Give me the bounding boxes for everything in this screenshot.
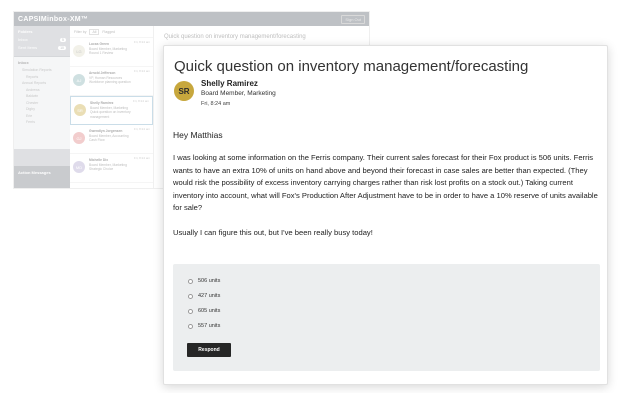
app-logo: CAPSIMinbox-XM™	[18, 15, 89, 23]
answer-choices-panel: 506 units 427 units 605 units 557 units …	[173, 264, 600, 371]
radio-button[interactable]	[188, 308, 193, 314]
inbox-tree-title: Inbox	[18, 60, 29, 65]
message-card: Quick question on inventory management/f…	[163, 45, 608, 385]
folder-count-badge: 5	[60, 37, 66, 42]
folder-label: Inbox	[18, 37, 28, 42]
reading-pane-title: Quick question on inventory management/f…	[164, 34, 306, 40]
tree-item[interactable]: Digby	[26, 107, 66, 111]
message-greeting: Hey Matthias	[173, 130, 223, 140]
message-paragraph: I was looking at some information on the…	[173, 153, 598, 213]
list-item[interactable]: MD Michelle Dix Board Member, Marketing …	[70, 154, 153, 183]
list-item-date: Fri, 8:24 am	[133, 40, 150, 44]
list-item[interactable]: GJ Gwendlyn Jorgensen Board Member, Acco…	[70, 125, 153, 154]
list-item-line: Strategic Choice	[89, 167, 114, 171]
sender-name: Shelly Ramirez	[201, 79, 258, 88]
folder-count-badge: 10	[58, 45, 66, 50]
list-item-line: Workforce planning question	[89, 80, 131, 84]
message-timestamp: Fri, 8:24 am	[201, 101, 231, 107]
list-item-date: Fri, 8:24 am	[133, 127, 150, 131]
app-header: CAPSIMinbox-XM™ Sign Out	[14, 12, 369, 26]
avatar: GJ	[73, 132, 85, 144]
answer-option[interactable]: 506 units	[188, 278, 220, 284]
list-item-line: Quick question on inventory management	[90, 110, 131, 119]
avatar: MD	[73, 161, 85, 173]
sender-role: Board Member, Marketing	[201, 90, 276, 97]
radio-button[interactable]	[188, 323, 193, 329]
sign-out-button[interactable]: Sign Out	[341, 14, 365, 24]
answer-option-label: 506 units	[198, 278, 221, 284]
list-item[interactable]: AJ Arnold Jefferson VP, Human Resources …	[70, 67, 153, 96]
list-item-date: Fri, 8:24 am	[133, 69, 150, 73]
message-filter: Filter by All Flagged	[70, 26, 153, 38]
tree-item[interactable]: Chester	[26, 101, 66, 105]
inbox-tree: Inbox Simulation Reports Reports Annual …	[14, 57, 70, 149]
list-item[interactable]: LG Lucas Green Board Member, Marketing R…	[70, 38, 153, 67]
action-messages-title: Action Messages	[18, 170, 51, 175]
avatar: SR	[174, 81, 194, 101]
radio-button[interactable]	[188, 293, 193, 299]
list-item-date: Fri, 8:24 am	[132, 99, 149, 103]
folder-inbox[interactable]: Inbox 5	[18, 37, 66, 42]
folder-label: Sent Items	[18, 45, 38, 50]
list-item-line: Cash Flow	[89, 138, 105, 142]
list-item-date: Fri, 8:24 am	[133, 156, 150, 160]
tree-item[interactable]: Annual Reports	[22, 81, 66, 85]
tree-item[interactable]: Baldwin	[26, 94, 66, 98]
message-list: Filter by All Flagged LG Lucas Green Boa…	[70, 26, 154, 188]
filter-flagged-chip[interactable]: Flagged	[102, 30, 115, 34]
answer-option-label: 605 units	[198, 308, 221, 314]
tree-item[interactable]: Ferris	[26, 120, 66, 124]
list-item-line: Round 1 Review	[89, 51, 114, 55]
folder-sidebar: Folders Inbox 5 Sent Items 10 Inbox Simu…	[14, 26, 70, 188]
answer-option-label: 557 units	[198, 323, 221, 329]
tree-item[interactable]: Andrews	[26, 88, 66, 92]
tree-item[interactable]: Erie	[26, 114, 66, 118]
radio-button[interactable]	[188, 278, 193, 284]
folders-title: Folders	[18, 29, 33, 34]
list-item-selected[interactable]: SR Shelly Ramirez Board Member, Marketin…	[70, 96, 153, 125]
message-body: I was looking at some information on the…	[173, 152, 598, 240]
message-paragraph: Usually I can figure this out, but I've …	[173, 227, 373, 237]
sender-block: SR Shelly Ramirez Board Member, Marketin…	[174, 79, 276, 107]
filter-label: Filter by	[74, 29, 87, 34]
answer-option-label: 427 units	[198, 293, 221, 299]
filter-all-chip[interactable]: All	[89, 28, 100, 35]
tree-item[interactable]: Simulation Reports	[22, 68, 66, 72]
avatar: LG	[73, 45, 85, 57]
answer-option[interactable]: 557 units	[188, 323, 220, 329]
folder-sent-items[interactable]: Sent Items 10	[18, 45, 66, 50]
avatar: SR	[74, 104, 86, 116]
answer-option[interactable]: 427 units	[188, 293, 220, 299]
message-subject: Quick question on inventory management/f…	[174, 58, 529, 75]
answer-option[interactable]: 605 units	[188, 308, 220, 314]
avatar: AJ	[73, 74, 85, 86]
respond-button[interactable]: Respond	[187, 343, 231, 357]
tree-item[interactable]: Reports	[26, 75, 66, 79]
action-messages-section[interactable]: Action Messages	[14, 166, 70, 188]
